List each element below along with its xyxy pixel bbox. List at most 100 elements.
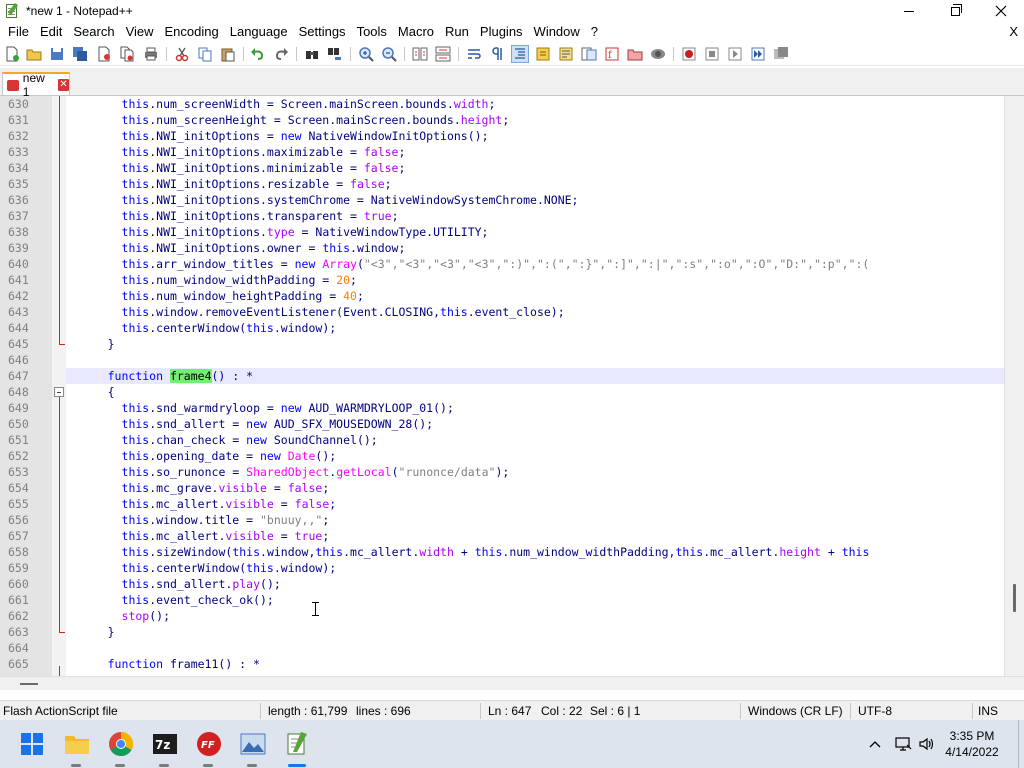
menu-view[interactable]: View (122, 22, 158, 42)
ffdec-icon[interactable]: FF (195, 730, 223, 758)
paste-icon[interactable] (220, 46, 236, 62)
replace-icon[interactable] (327, 46, 343, 62)
horizontal-scroll-thumb[interactable] (20, 683, 38, 685)
folder-as-workspace-icon[interactable] (627, 46, 643, 62)
code-line[interactable]: this.mc_allert.visible = false; (66, 496, 1004, 512)
code-line[interactable]: this.mc_allert.visible = true; (66, 528, 1004, 544)
sync-vertical-icon[interactable] (412, 46, 428, 62)
menu-file[interactable]: File (4, 22, 33, 42)
undo-icon[interactable] (250, 46, 266, 62)
stop-macro-icon[interactable] (704, 46, 720, 62)
code-line[interactable]: this.chan_check = new SoundChannel(); (66, 432, 1004, 448)
vertical-scrollbar[interactable] (1004, 96, 1024, 676)
volume-icon[interactable] (918, 736, 936, 752)
code-line[interactable]: stop(); (66, 608, 1004, 624)
code-line[interactable] (66, 640, 1004, 656)
code-line[interactable]: } (66, 624, 1004, 640)
tab-close-icon[interactable]: ✕ (58, 78, 69, 91)
code-line[interactable]: this.centerWindow(this.window); (66, 320, 1004, 336)
zoom-in-icon[interactable] (358, 46, 374, 62)
menu-help[interactable]: ? (587, 22, 602, 42)
run-macro-multiple-icon[interactable] (750, 46, 766, 62)
close-file-icon[interactable] (96, 46, 112, 62)
code-line[interactable]: this.NWI_initOptions = new NativeWindowI… (66, 128, 1004, 144)
close-all-icon[interactable] (119, 46, 135, 62)
code-line[interactable]: this.snd_warmdryloop = new AUD_WARMDRYLO… (66, 400, 1004, 416)
menu-macro[interactable]: Macro (394, 22, 438, 42)
document-map-icon[interactable] (558, 46, 574, 62)
record-macro-icon[interactable] (681, 46, 697, 62)
code-line[interactable]: this.num_window_widthPadding = 20; (66, 272, 1004, 288)
function-list-icon[interactable]: f (604, 46, 620, 62)
code-line[interactable]: this.NWI_initOptions.resizable = false; (66, 176, 1004, 192)
code-line[interactable]: } (66, 336, 1004, 352)
new-file-icon[interactable] (4, 46, 20, 62)
sync-horizontal-icon[interactable] (435, 46, 451, 62)
close-document-button[interactable]: X (1009, 22, 1018, 42)
code-line[interactable]: this.NWI_initOptions.transparent = true; (66, 208, 1004, 224)
7zip-icon[interactable]: 7z (151, 730, 179, 758)
start-icon[interactable] (18, 730, 46, 758)
minimize-button[interactable] (886, 0, 932, 22)
show-hidden-icons-icon[interactable] (868, 737, 882, 751)
code-line[interactable]: this.sizeWindow(this.window,this.mc_alle… (66, 544, 1004, 560)
code-line[interactable]: this.so_runonce = SharedObject.getLocal(… (66, 464, 1004, 480)
menu-search[interactable]: Search (69, 22, 118, 42)
menu-encoding[interactable]: Encoding (161, 22, 223, 42)
save-all-icon[interactable] (72, 46, 88, 62)
indent-guide-icon[interactable] (511, 45, 529, 63)
maximize-button[interactable] (932, 0, 978, 22)
document-list-icon[interactable] (581, 46, 597, 62)
code-text-area[interactable]: this.num_screenWidth = Screen.mainScreen… (66, 96, 1004, 676)
menu-settings[interactable]: Settings (295, 22, 350, 42)
code-line[interactable]: { (66, 384, 1004, 400)
chrome-icon[interactable] (107, 730, 135, 758)
code-line[interactable]: this.num_screenWidth = Screen.mainScreen… (66, 96, 1004, 112)
redo-icon[interactable] (273, 46, 289, 62)
code-line[interactable]: this.centerWindow(this.window); (66, 560, 1004, 576)
tab-new-1[interactable]: new 1 ✕ (2, 71, 70, 99)
close-window-button[interactable] (978, 0, 1024, 22)
horizontal-scrollbar[interactable] (0, 676, 1024, 690)
photos-icon[interactable] (239, 730, 267, 758)
system-clock[interactable]: 3:35 PM 4/14/2022 (942, 728, 1002, 760)
editor-pane[interactable]: 630 631 632 633 634 635 636 637 638 639 640 641 642 6… (0, 96, 1024, 690)
save-macro-icon[interactable] (773, 46, 789, 62)
open-file-icon[interactable] (26, 46, 42, 62)
code-line[interactable]: this.NWI_initOptions.minimizable = false… (66, 160, 1004, 176)
code-line[interactable]: this.window.removeEventListener(Event.CL… (66, 304, 1004, 320)
code-line[interactable]: function frame11() : * (66, 656, 1004, 672)
code-line[interactable]: this.opening_date = new Date(); (66, 448, 1004, 464)
monitoring-icon[interactable] (650, 46, 666, 62)
code-line[interactable]: this.NWI_initOptions.owner = this.window… (66, 240, 1004, 256)
code-line[interactable]: this.window.title = "bnuuy,,"; (66, 512, 1004, 528)
notepadpp-icon[interactable] (283, 730, 311, 758)
code-line[interactable]: this.mc_grave.visible = false; (66, 480, 1004, 496)
code-line[interactable]: this.NWI_initOptions.type = NativeWindow… (66, 224, 1004, 240)
zoom-out-icon[interactable] (381, 46, 397, 62)
show-desktop-button[interactable] (1018, 720, 1019, 768)
code-line[interactable]: this.snd_allert.play(); (66, 576, 1004, 592)
copy-icon[interactable] (197, 46, 213, 62)
code-line[interactable]: this.NWI_initOptions.systemChrome = Nati… (66, 192, 1004, 208)
menu-language[interactable]: Language (226, 22, 292, 42)
code-line[interactable]: this.NWI_initOptions.maximizable = false… (66, 144, 1004, 160)
menu-edit[interactable]: Edit (36, 22, 66, 42)
menu-plugins[interactable]: Plugins (476, 22, 527, 42)
code-line[interactable]: this.num_screenHeight = Screen.mainScree… (66, 112, 1004, 128)
file-explorer-icon[interactable] (63, 730, 91, 758)
menu-run[interactable]: Run (441, 22, 473, 42)
save-icon[interactable] (49, 46, 65, 62)
print-icon[interactable] (143, 46, 159, 62)
play-macro-icon[interactable] (727, 46, 743, 62)
show-all-characters-icon[interactable] (489, 46, 505, 62)
code-line[interactable]: this.event_check_ok(); (66, 592, 1004, 608)
cut-icon[interactable] (174, 46, 190, 62)
word-wrap-icon[interactable] (466, 46, 482, 62)
code-line[interactable]: this.num_window_heightPadding = 40; (66, 288, 1004, 304)
code-line[interactable] (66, 352, 1004, 368)
network-icon[interactable] (894, 736, 912, 752)
vertical-scroll-thumb[interactable] (1013, 584, 1016, 612)
code-line[interactable]: this.arr_window_titles = new Array("<3",… (66, 256, 1004, 272)
code-line[interactable]: this.snd_allert = new AUD_SFX_MOUSEDOWN_… (66, 416, 1004, 432)
